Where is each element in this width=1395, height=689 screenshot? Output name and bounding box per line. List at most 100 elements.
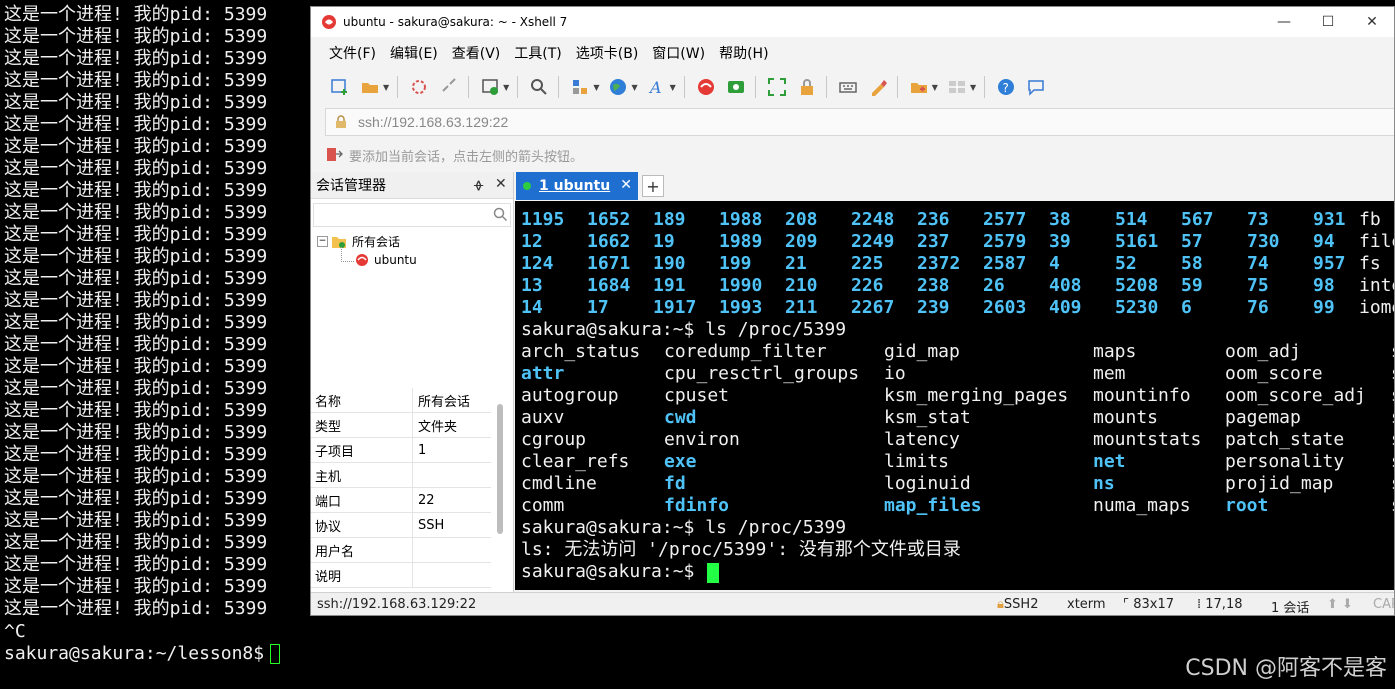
- new-session-icon[interactable]: [329, 76, 351, 98]
- proc-entry: 12: [521, 231, 543, 252]
- menu-bar: 文件(F) 编辑(E) 查看(V) 工具(T) 选项卡(B) 窗口(W) 帮助(…: [311, 37, 1394, 69]
- toolbar-separator: [683, 76, 685, 98]
- proc-entry: 210: [785, 275, 818, 296]
- resize-icon: ⌜: [1123, 597, 1134, 612]
- proc-file-entry: projid_map: [1225, 473, 1334, 494]
- find-icon[interactable]: [528, 76, 550, 98]
- property-value: 22: [418, 492, 435, 508]
- add-folder-icon[interactable]: [908, 76, 930, 98]
- close-panel-icon[interactable]: ✕: [495, 176, 507, 192]
- proc-entry: 73: [1247, 209, 1269, 230]
- menu-file[interactable]: 文件(F): [329, 43, 376, 63]
- keyboard-icon[interactable]: [837, 76, 859, 98]
- menu-view[interactable]: 查看(V): [452, 43, 501, 63]
- fullscreen-icon[interactable]: [766, 76, 788, 98]
- proc-file-entry: s: [1391, 385, 1394, 407]
- tab-ubuntu[interactable]: 1 ubuntu ✕: [516, 172, 638, 200]
- close-window-button[interactable]: ✕: [1350, 7, 1394, 37]
- proc-file-entry: s: [1391, 429, 1394, 451]
- proc-entry: 39: [1049, 231, 1071, 252]
- property-key: 用户名: [311, 538, 413, 562]
- collapse-icon[interactable]: −: [317, 236, 328, 247]
- connect-icon[interactable]: [408, 76, 430, 98]
- maximize-button[interactable]: ☐: [1306, 7, 1350, 37]
- layout-icon[interactable]: [569, 76, 591, 98]
- highlight-icon[interactable]: [867, 76, 889, 98]
- property-value: 所有会话: [418, 394, 471, 410]
- properties-icon[interactable]: [479, 76, 501, 98]
- property-value: 1: [418, 442, 427, 458]
- tree-item-all-sessions[interactable]: − 所有会话: [317, 233, 400, 250]
- globe-icon[interactable]: [607, 76, 629, 98]
- proc-entry: 1195: [521, 209, 565, 230]
- session-search-input[interactable]: [313, 203, 511, 227]
- proc-entry: 124: [521, 253, 554, 274]
- proc-file-entry: cpu_resctrl_groups: [664, 363, 860, 384]
- font-dropdown-icon[interactable]: ▼: [670, 83, 676, 92]
- chat-icon[interactable]: [1025, 76, 1047, 98]
- proc-entry: fb: [1359, 209, 1381, 230]
- bookmark-arrow-icon[interactable]: [325, 147, 343, 163]
- toolbar-separator: [558, 76, 560, 98]
- tab-close-icon[interactable]: ✕: [620, 177, 632, 193]
- xshell-window: ubuntu - sakura@sakura: ~ - Xshell 7 — ☐…: [310, 6, 1395, 616]
- background-prompt: sakura@sakura:~/lesson8$: [4, 643, 265, 664]
- proc-entry: 2587: [983, 253, 1027, 274]
- properties-scrollbar[interactable]: [497, 404, 503, 534]
- status-size: ⌜ 83x17: [1123, 597, 1174, 612]
- proc-entry: 408: [1049, 275, 1082, 296]
- background-prompt-row[interactable]: sakura@sakura:~/lesson8$: [4, 643, 281, 665]
- proc-file-entry: io: [884, 363, 906, 384]
- session-nav-arrows-icon[interactable]: ⬆ ⬇: [1327, 597, 1353, 612]
- terminal-prompt: sakura@sakura:~$: [521, 561, 695, 582]
- xshell-icon[interactable]: [695, 76, 717, 98]
- background-output-line: 这是一个进程! 我的pid: 5399: [4, 290, 268, 311]
- lock-toolbar-icon[interactable]: [796, 76, 818, 98]
- minimize-button[interactable]: —: [1262, 7, 1306, 37]
- tree-item-ubuntu[interactable]: ubuntu: [355, 253, 417, 267]
- properties-dropdown-icon[interactable]: ▼: [503, 83, 509, 92]
- background-output-line: 这是一个进程! 我的pid: 5399: [4, 180, 268, 201]
- disconnect-icon[interactable]: [438, 76, 460, 98]
- background-output-line: 这是一个进程! 我的pid: 5399: [4, 312, 268, 333]
- terminal-error-line: ls: 无法访问 '/proc/5399': 没有那个文件或目录: [521, 539, 961, 560]
- menu-edit[interactable]: 编辑(E): [390, 43, 438, 63]
- menu-tabs[interactable]: 选项卡(B): [576, 43, 639, 63]
- pin-icon[interactable]: ᚖ: [474, 178, 483, 192]
- terminal-screen[interactable]: 1195 1652 189 1988 208 2248 236 2577 38 514 567 73 9…: [515, 201, 1394, 590]
- title-bar[interactable]: ubuntu - sakura@sakura: ~ - Xshell 7 — ☐…: [311, 7, 1394, 37]
- globe-dropdown-icon[interactable]: ▼: [631, 83, 637, 92]
- open-dropdown-icon[interactable]: ▼: [383, 83, 389, 92]
- open-folder-icon[interactable]: [359, 76, 381, 98]
- add-folder-dropdown-icon[interactable]: ▼: [932, 83, 938, 92]
- layout-dropdown-icon[interactable]: ▼: [593, 83, 599, 92]
- font-icon[interactable]: A: [646, 76, 668, 98]
- proc-entry: 59: [1181, 275, 1203, 296]
- proc-file-entry: mounts: [1093, 407, 1159, 428]
- proc-entry: 2577: [983, 209, 1027, 230]
- proc-file-entry: s: [1391, 495, 1394, 517]
- tree-item-label: ubuntu: [374, 253, 417, 267]
- cursor-pos-label: 17,18: [1205, 597, 1243, 612]
- proc-file-entry: s: [1391, 451, 1394, 473]
- help-icon[interactable]: ?: [995, 76, 1017, 98]
- property-row: 说明: [311, 563, 491, 588]
- proc-entry: 238: [917, 275, 950, 296]
- xftp-icon[interactable]: [725, 76, 747, 98]
- address-input[interactable]: [356, 113, 960, 131]
- connected-status-icon: [523, 182, 531, 190]
- menu-window[interactable]: 窗口(W): [652, 43, 705, 63]
- proc-directory-entry: fdinfo: [664, 495, 730, 516]
- session-manager-header: 会话管理器 ᚖ ✕: [311, 172, 513, 199]
- proc-entry: 2603: [983, 297, 1027, 318]
- proc-entry: 21: [785, 253, 807, 274]
- menu-help[interactable]: 帮助(H): [719, 43, 768, 63]
- new-tab-button[interactable]: +: [642, 175, 664, 197]
- tile-dropdown-icon[interactable]: ▼: [970, 83, 976, 92]
- menu-tools[interactable]: 工具(T): [514, 43, 561, 63]
- proc-directory-entry: attr: [521, 363, 565, 384]
- property-row: 协议 SSH: [311, 513, 491, 538]
- proc-file-entry: patch_state: [1225, 429, 1345, 450]
- search-icon[interactable]: [492, 206, 508, 222]
- tile-icon[interactable]: [946, 76, 968, 98]
